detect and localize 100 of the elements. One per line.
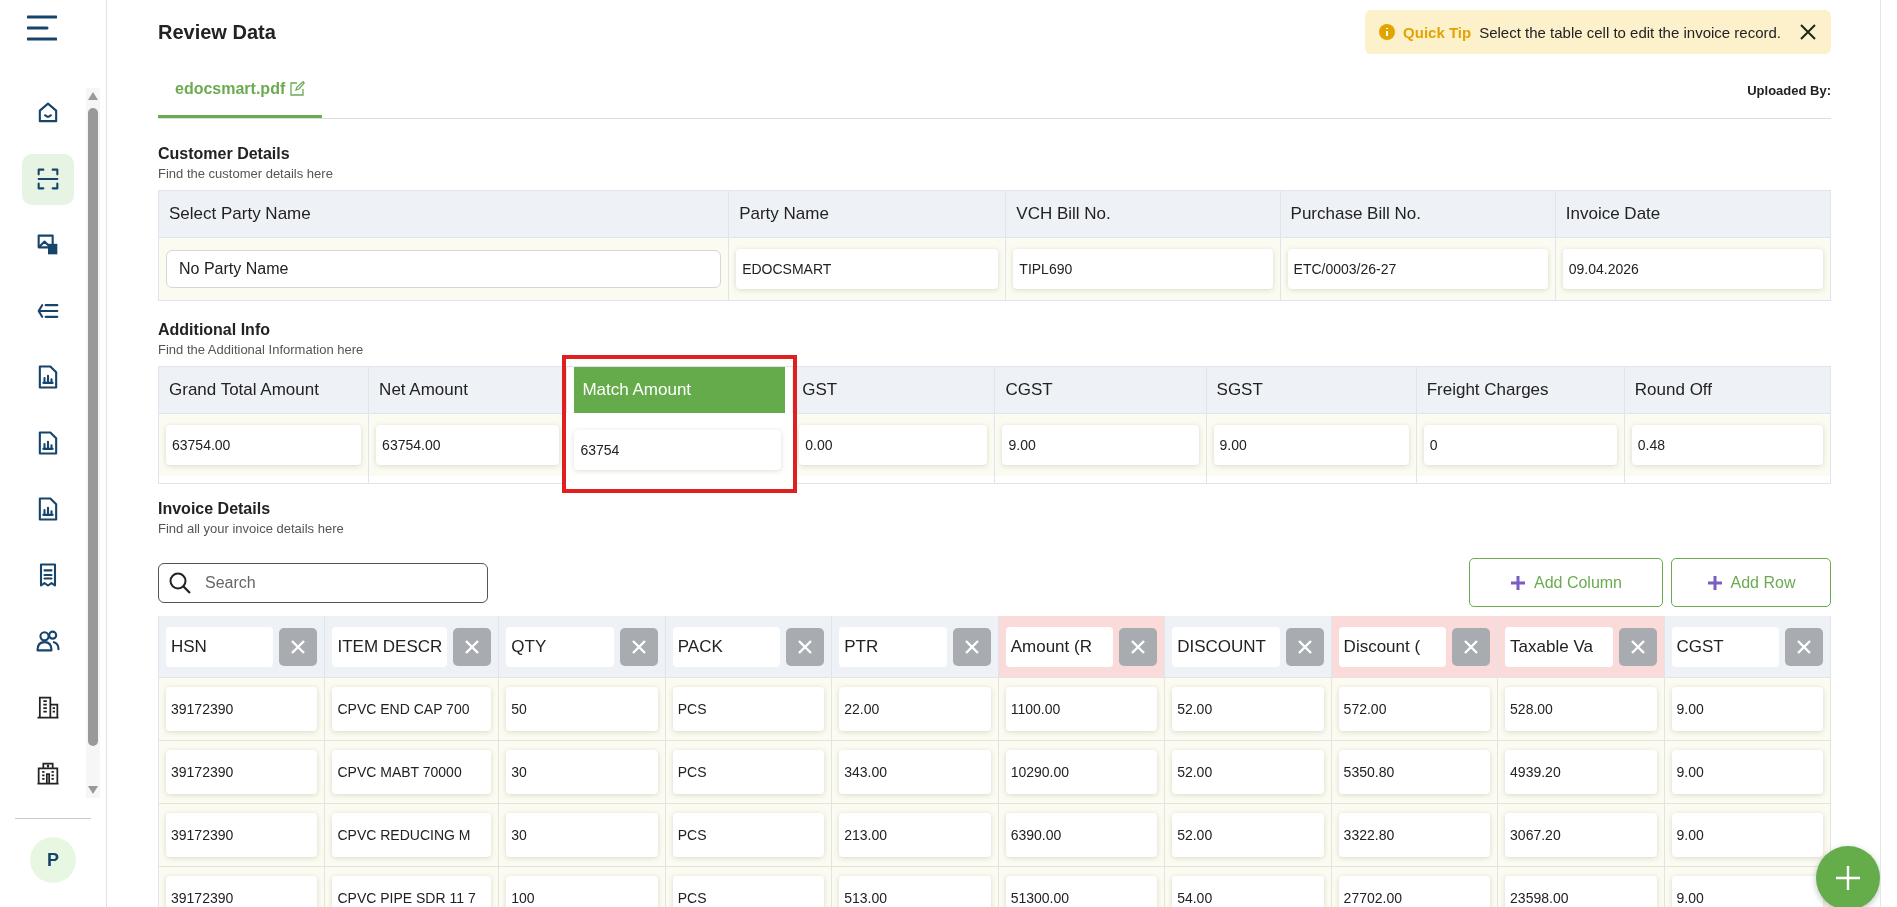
table-cell-field[interactable]: 528.00 [1505, 687, 1657, 731]
sidebar-item[interactable] [22, 153, 74, 205]
close-icon [1799, 23, 1817, 41]
input-field[interactable]: EDOCSMART [736, 249, 999, 289]
section-title: Customer Details [158, 145, 290, 163]
table-cell-field[interactable]: 22.00 [839, 687, 991, 731]
column-name-field[interactable]: CGST [1671, 626, 1779, 667]
input-field[interactable]: 0 [1423, 425, 1617, 465]
column-name-field[interactable]: HSN [166, 626, 274, 667]
close-icon [291, 639, 306, 654]
table-cell-field[interactable]: 9.00 [1671, 687, 1823, 731]
table-cell-field[interactable]: 4939.20 [1505, 750, 1657, 794]
table-cell-field[interactable]: 513.00 [839, 876, 991, 907]
column-header: Party Name [739, 204, 829, 224]
user-avatar[interactable]: P [30, 837, 76, 883]
column-name-field[interactable]: PACK [672, 626, 781, 667]
uploaded-by-label: Uploaded By: [1747, 82, 1831, 98]
table-cell-field[interactable]: CPVC REDUCING M [332, 813, 492, 857]
tip-message: Select the table cell to edit the invoice record. [1479, 23, 1781, 41]
column-name-field[interactable]: Amount (R [1005, 626, 1114, 667]
column-name-field[interactable]: Discount ( [1338, 626, 1447, 667]
table-cell-field[interactable]: PCS [672, 750, 825, 794]
table-cell-field[interactable]: 3067.20 [1505, 813, 1657, 857]
plus-icon [1835, 865, 1861, 891]
table-cell-field[interactable]: 213.00 [839, 813, 991, 857]
table-cell-field[interactable]: 572.00 [1338, 687, 1491, 731]
table-cell-field[interactable]: CPVC END CAP 700 [332, 687, 492, 731]
table-cell-field[interactable]: 39172390 [166, 687, 318, 731]
column-name-field[interactable]: QTY [506, 626, 614, 667]
search-icon [168, 570, 192, 595]
add-button[interactable] [1816, 846, 1880, 907]
menu-icon[interactable] [27, 14, 57, 42]
search-field[interactable]: Search [158, 562, 488, 603]
table-cell-field[interactable]: PCS [672, 876, 825, 907]
table-cell-field[interactable]: 52.00 [1172, 687, 1324, 731]
close-icon [798, 639, 813, 654]
table-cell-field[interactable]: PCS [672, 813, 825, 857]
column-header: Net Amount [379, 380, 468, 400]
close-icon [964, 639, 979, 654]
table-cell-field[interactable]: 9.00 [1671, 750, 1823, 794]
input-field[interactable]: 09.04.2026 [1562, 249, 1823, 289]
table-cell-field[interactable]: 3322.80 [1338, 813, 1491, 857]
column-header: VCH Bill No. [1016, 204, 1111, 224]
section-title: Invoice Details [158, 500, 271, 518]
table-cell-field[interactable]: 39172390 [166, 876, 318, 907]
plus-icon [1706, 574, 1723, 591]
table-cell-field[interactable]: 9.00 [1671, 813, 1823, 857]
column-header: Select Party Name [169, 204, 311, 224]
table-cell-field[interactable]: 9.00 [1671, 876, 1823, 907]
table-cell-field[interactable]: 27702.00 [1338, 876, 1491, 907]
table-cell-field[interactable]: 39172390 [166, 813, 318, 857]
select-field[interactable]: No Party Name [166, 250, 722, 288]
input-field[interactable]: 0.48 [1631, 425, 1823, 465]
table-cell-field[interactable]: 39172390 [166, 750, 318, 794]
close-icon [1131, 639, 1146, 654]
table-cell-field[interactable]: 1100.00 [1005, 687, 1158, 731]
input-field[interactable]: 0.00 [799, 425, 988, 465]
section-subtitle: Find all your invoice details here [158, 521, 344, 536]
column-header: GST [802, 380, 838, 400]
column-header: Invoice Date [1565, 204, 1661, 224]
input-field[interactable]: 63754 [574, 430, 782, 470]
table-cell-field[interactable]: 52.00 [1172, 750, 1324, 794]
edit-icon [290, 81, 306, 96]
column-header: Purchase Bill No. [1290, 204, 1421, 224]
input-field[interactable]: 9.00 [1213, 425, 1409, 465]
close-icon [1797, 639, 1811, 654]
column-name-field[interactable]: Taxable Va [1505, 626, 1613, 667]
table-cell-field[interactable]: 5350.80 [1338, 750, 1491, 794]
close-icon [1630, 639, 1645, 654]
table-cell-field[interactable]: 6390.00 [1005, 813, 1158, 857]
close-icon [631, 639, 646, 654]
input-field[interactable]: 63754.00 [166, 425, 362, 465]
table-cell-field[interactable]: 10290.00 [1005, 750, 1158, 794]
info-icon [1379, 24, 1396, 40]
close-icon [465, 639, 480, 654]
table-cell-field[interactable]: 343.00 [839, 750, 991, 794]
table-cell-field[interactable]: 51300.00 [1005, 876, 1158, 907]
table-cell-field[interactable]: PCS [672, 687, 825, 731]
table-cell-field[interactable]: CPVC PIPE SDR 11 7 [332, 876, 492, 907]
section-title: Additional Info [158, 321, 270, 339]
table-cell-field[interactable]: 52.00 [1172, 813, 1324, 857]
table-cell-field[interactable]: 30 [506, 750, 658, 794]
column-name-field[interactable]: PTR [839, 626, 947, 667]
table-cell-field[interactable]: 50 [506, 687, 658, 731]
table-cell-field[interactable]: 54.00 [1172, 876, 1324, 907]
input-field[interactable]: TIPL690 [1013, 249, 1273, 289]
input-field[interactable]: ETC/0003/26-27 [1287, 249, 1548, 289]
input-field[interactable]: 63754.00 [376, 425, 560, 465]
column-header: SGST [1216, 380, 1263, 400]
column-name-field[interactable]: DISCOUNT [1172, 626, 1280, 667]
tip-label: Quick Tip [1403, 23, 1472, 41]
table-cell-field[interactable]: 23598.00 [1505, 876, 1657, 907]
table-cell-field[interactable]: 100 [506, 876, 658, 907]
table-cell-field[interactable]: 30 [506, 813, 658, 857]
column-header: Grand Total Amount [169, 380, 319, 400]
close-icon [1464, 639, 1479, 654]
scrollbar[interactable] [86, 88, 100, 798]
input-field[interactable]: 9.00 [1002, 425, 1199, 465]
column-name-field[interactable]: ITEM DESCR [332, 626, 448, 667]
table-cell-field[interactable]: CPVC MABT 70000 [332, 750, 492, 794]
